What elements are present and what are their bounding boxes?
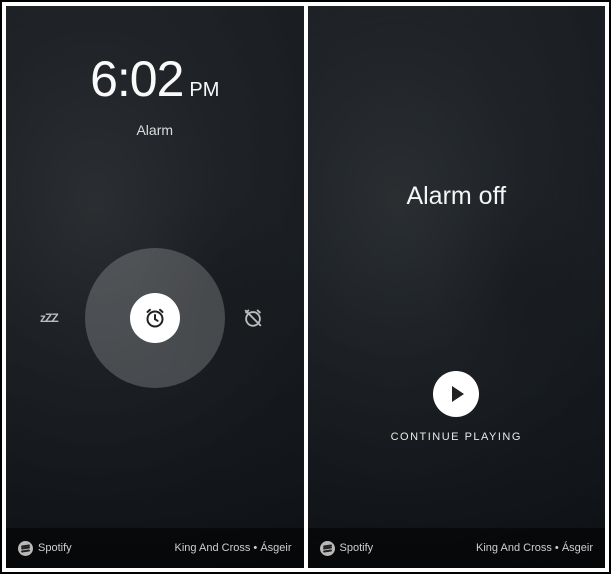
- alarm-action-row: zZZ: [6, 248, 304, 388]
- continue-playing-label: CONTINUE PLAYING: [391, 431, 522, 443]
- alarm-swipe-handle[interactable]: [85, 248, 225, 388]
- dismiss-alarm-icon[interactable]: [242, 307, 264, 329]
- provider-label: Spotify: [340, 542, 374, 554]
- track-info: King And Cross • Ásgeir: [175, 542, 292, 554]
- alarm-clock-icon: [130, 293, 180, 343]
- snooze-icon[interactable]: zZZ: [40, 311, 58, 325]
- clock: 6:02 PM: [90, 50, 219, 108]
- music-provider: Spotify: [320, 541, 374, 556]
- music-provider: Spotify: [18, 541, 72, 556]
- clock-ampm: PM: [189, 79, 219, 102]
- play-icon: [452, 386, 464, 402]
- alarm-off-title: Alarm off: [406, 182, 506, 211]
- provider-label: Spotify: [38, 542, 72, 554]
- track-info: King And Cross • Ásgeir: [476, 542, 593, 554]
- continue-playing-button[interactable]: [433, 371, 479, 417]
- alarm-ringing-screen: 6:02 PM Alarm zZZ: [6, 6, 304, 568]
- now-playing-bar[interactable]: Spotify King And Cross • Ásgeir: [308, 528, 606, 568]
- spotify-icon: [18, 541, 33, 556]
- now-playing-bar[interactable]: Spotify King And Cross • Ásgeir: [6, 528, 304, 568]
- alarm-label: Alarm: [136, 122, 173, 138]
- clock-time: 6:02: [90, 50, 183, 108]
- alarm-off-screen: Alarm off CONTINUE PLAYING Spotify King …: [308, 6, 606, 568]
- spotify-icon: [320, 541, 335, 556]
